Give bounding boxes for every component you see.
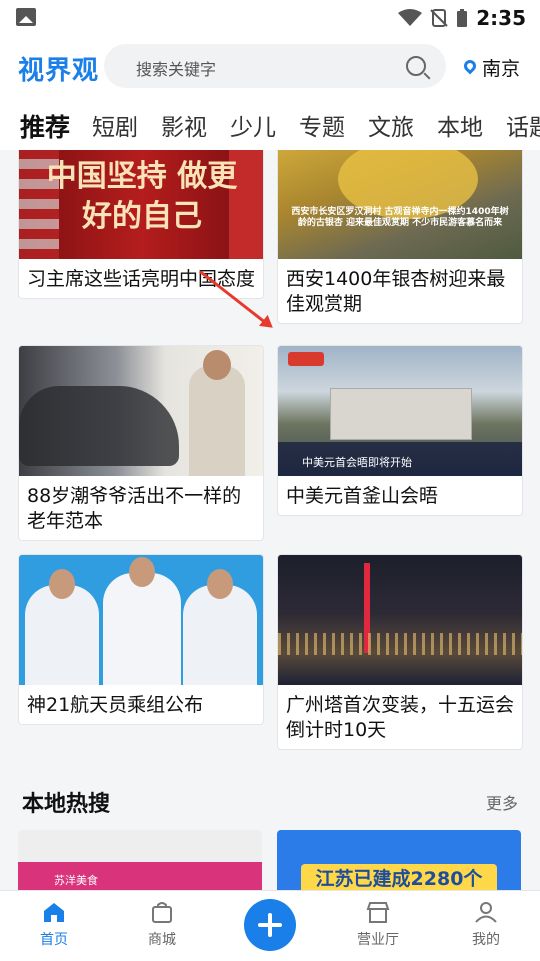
nav-profile[interactable]: 我的 [446,901,526,949]
news-title: 88岁潮爷爷活出不一样的老年范本 [27,485,242,532]
search-placeholder: 搜索关键字 [136,60,217,79]
location-button[interactable]: 南京 [461,54,520,81]
user-icon [474,901,498,923]
tab-label: 推荐 [20,113,71,142]
nav-label: 我的 [472,932,500,948]
nav-store[interactable]: 营业厅 [338,901,418,949]
local-thumbnail: 江苏已建成2280个 [277,830,521,890]
status-time: 2:35 [476,6,526,30]
news-title: 神21航天员乘组公布 [27,694,204,716]
news-thumbnail [19,346,263,476]
tab-local[interactable]: 本地 [437,108,483,142]
thumbnail-caption: 苏洋美食 [54,874,98,887]
more-link[interactable]: 更多 [486,790,518,814]
local-thumbnail: 苏洋美食 [18,830,262,890]
section-title: 本地热搜 [22,792,111,817]
nav-home[interactable]: 首页 [14,901,94,949]
tab-film[interactable]: 影视 [161,108,207,142]
search-input[interactable]: 搜索关键字 [104,44,446,88]
tab-discussion[interactable]: 话题 [506,108,540,142]
news-thumbnail: 中美元首会晤即将开始 [278,346,522,476]
battery-icon [457,9,468,27]
store-icon [366,901,390,923]
location-label: 南京 [481,58,520,80]
nav-label: 营业厅 [357,932,399,948]
wifi-icon [398,9,423,26]
news-thumbnail [19,555,263,685]
bag-icon [150,901,174,923]
location-pin-icon [461,57,479,74]
news-card[interactable]: 中国坚持 做更好的自己 习主席这些话亮明中国态度 [18,150,264,299]
bottom-navigation: 首页 商城 营业厅 我的 [0,890,540,961]
plus-icon[interactable] [244,899,296,951]
news-thumbnail [278,555,522,685]
thumbnail-caption: 江苏已建成2280个 [301,864,497,890]
nav-label: 商城 [148,932,176,948]
news-card[interactable]: 西安市长安区罗汉洞村 古观音禅寺内一棵约1400年树龄的古银杏 迎来最佳观赏期 … [277,150,523,324]
category-tabs: 推荐 短剧 影视 少儿 专题 文旅 本地 话题 [0,98,540,150]
news-feed: 中国坚持 做更好的自己 习主席这些话亮明中国态度 西安市长安区罗汉洞村 古观音禅… [0,150,540,890]
app-header: 视界观 搜索关键字 南京 [0,36,540,98]
news-title: 中美元首釜山会晤 [286,485,439,507]
thumbnail-caption: 中美元首会晤即将开始 [302,456,412,469]
local-card[interactable]: 江苏已建成2280个 [277,830,521,890]
news-card[interactable]: 中美元首会晤即将开始 中美元首釜山会晤 [277,345,523,516]
home-icon [42,901,66,923]
no-sim-icon [430,9,448,27]
thumbnail-caption: 中国坚持 做更好的自己 [46,159,238,234]
tab-culture-travel[interactable]: 文旅 [368,108,414,142]
tab-topics[interactable]: 专题 [299,108,345,142]
news-thumbnail: 中国坚持 做更好的自己 [19,150,263,259]
news-title: 西安1400年银杏树迎来最佳观赏期 [286,268,506,315]
news-card[interactable]: 广州塔首次变装，十五运会倒计时10天 [277,554,523,750]
thumbnail-caption: 西安市长安区罗汉洞村 古观音禅寺内一棵约1400年树龄的古银杏 迎来最佳观赏期 … [291,207,509,228]
search-icon[interactable] [406,56,426,76]
app-logo: 视界观 [18,56,100,86]
news-card[interactable]: 88岁潮爷爷活出不一样的老年范本 [18,345,264,541]
nav-mall[interactable]: 商城 [122,901,202,949]
tab-kids[interactable]: 少儿 [230,108,276,142]
tab-short-drama[interactable]: 短剧 [92,108,138,142]
news-thumbnail: 西安市长安区罗汉洞村 古观音禅寺内一棵约1400年树龄的古银杏 迎来最佳观赏期 … [278,150,522,259]
nav-label: 首页 [40,932,68,948]
status-bar: 2:35 [0,0,540,36]
tab-recommend[interactable]: 推荐 [20,108,70,144]
news-card[interactable]: 神21航天员乘组公布 [18,554,264,725]
news-title: 广州塔首次变装，十五运会倒计时10天 [286,694,515,741]
gallery-icon [16,8,36,26]
local-card[interactable]: 苏洋美食 [18,830,262,890]
